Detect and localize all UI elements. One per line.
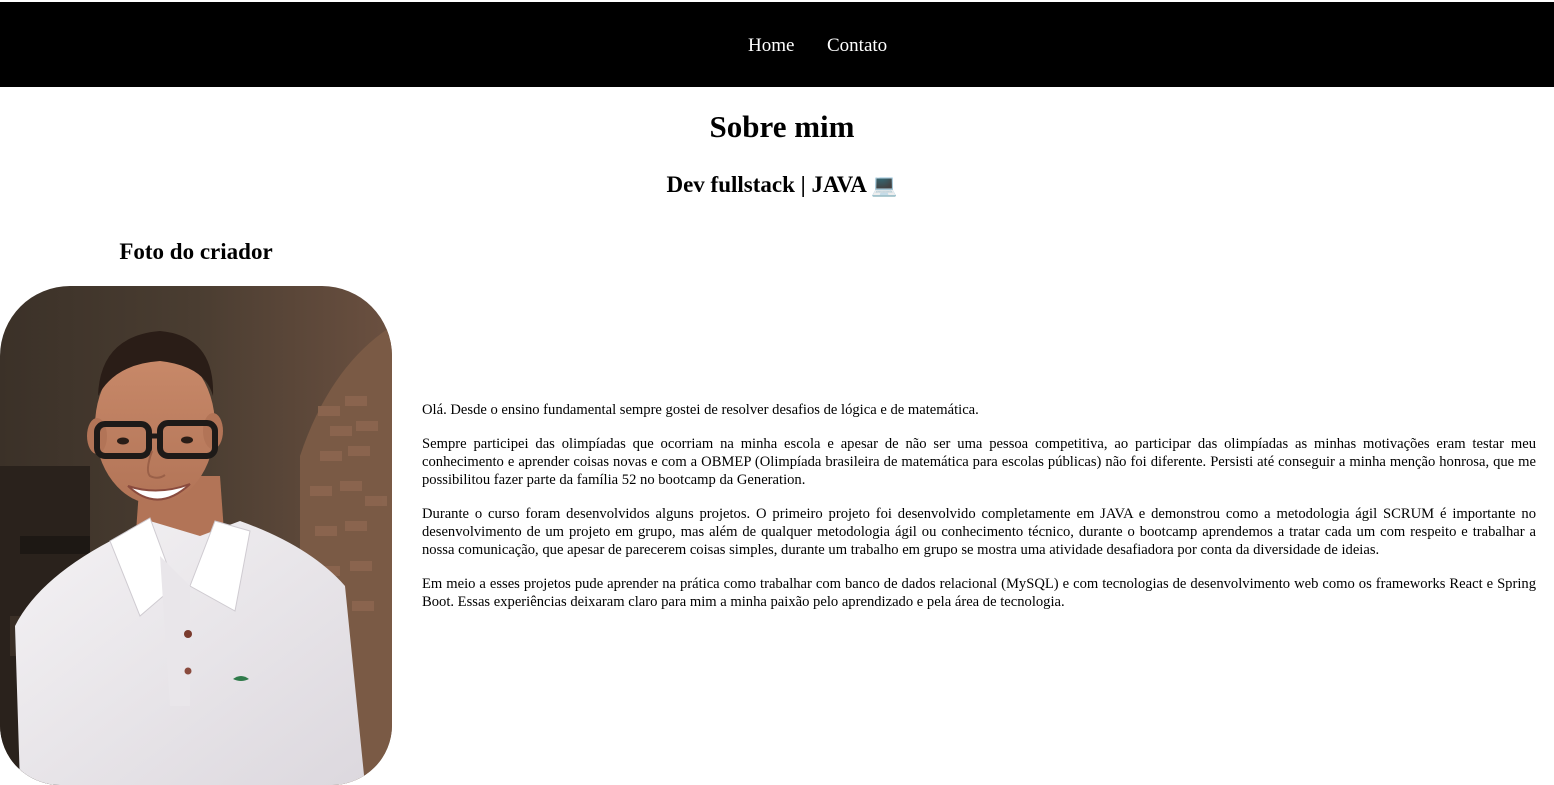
about-paragraph-1: Olá. Desde o ensino fundamental sempre g… <box>422 402 979 418</box>
laptop-icon: 💻 <box>871 173 898 197</box>
portrait-illustration <box>0 286 392 785</box>
nav-link-contato[interactable]: Contato <box>827 35 887 57</box>
page-subtitle: Dev fullstack | JAVA 💻 <box>0 170 1554 200</box>
about-paragraph-3: Durante o curso foram desenvolvidos algu… <box>422 506 1536 558</box>
navbar: Home Contato <box>0 2 1554 87</box>
subtitle-text: Dev fullstack | JAVA <box>666 172 866 197</box>
creator-photo <box>0 286 392 785</box>
page-title: Sobre mim <box>709 109 855 144</box>
about-text: Olá. Desde o ensino fundamental sempre g… <box>422 401 1536 627</box>
about-paragraph-4: Em meio a esses projetos pude aprender n… <box>422 576 1536 610</box>
about-paragraph-2: Sempre participei das olimpíadas que oco… <box>422 436 1536 488</box>
nav-link-home[interactable]: Home <box>748 35 794 57</box>
photo-heading: Foto do criador <box>119 239 273 264</box>
